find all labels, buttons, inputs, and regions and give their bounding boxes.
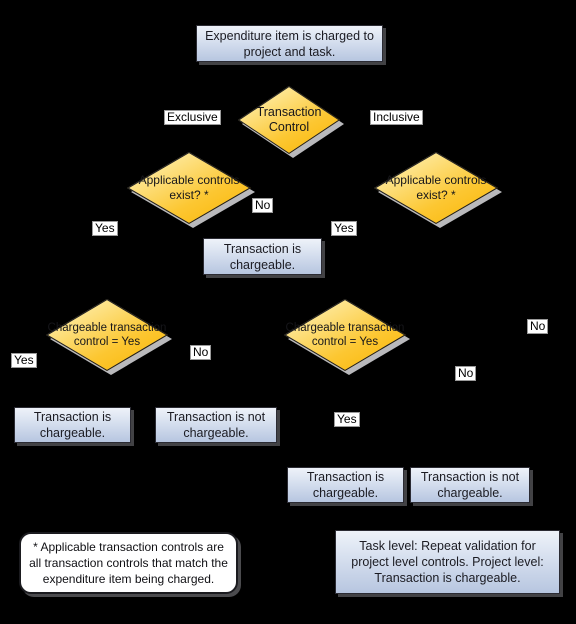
node-applicable-controls-left-label: Applicable controls exist? *: [138, 173, 240, 202]
node-chargeable-control-left: Chargeable transaction control = Yes: [46, 299, 172, 375]
node-task-level-label: Task level: Repeat validation for projec…: [351, 539, 544, 585]
node-task-level: Task level: Repeat validation for projec…: [335, 530, 560, 594]
node-result-right-chargeable: Transaction is chargeable.: [287, 467, 404, 503]
node-result-left-chargeable: Transaction is chargeable.: [14, 407, 131, 443]
node-start-label: Expenditure item is charged to project a…: [205, 28, 374, 59]
node-result-left-chargeable-label: Transaction is chargeable.: [33, 410, 112, 440]
node-transaction-control: Transaction Control: [238, 86, 344, 158]
node-applicable-controls-right-label: Applicable controls exist? *: [385, 173, 487, 202]
edge-label-right-applicable-yes: Yes: [331, 221, 357, 237]
node-applicable-controls-right: Applicable controls exist? *: [374, 152, 502, 228]
footnote-text: * Applicable transaction controls are al…: [29, 539, 228, 587]
node-result-right-not-chargeable: Transaction is not chargeable.: [410, 467, 530, 503]
node-chargeable-control-left-label: Chargeable transaction control = Yes: [47, 321, 167, 348]
flowchart-canvas: Expenditure item is charged to project a…: [0, 0, 576, 624]
node-result-left-not-chargeable: Transaction is not chargeable.: [155, 407, 277, 443]
edge-label-right-ctrl-yes: Yes: [334, 412, 360, 428]
node-result-left-not-chargeable-label: Transaction is not chargeable.: [166, 410, 266, 440]
edge-label-inclusive: Inclusive: [370, 110, 423, 126]
node-result-right-not-chargeable-label: Transaction is not chargeable.: [420, 470, 520, 500]
node-transaction-control-label: Transaction Control: [256, 104, 322, 135]
edge-label-left-ctrl-no: No: [190, 345, 212, 361]
edge-right-applicable-yes: [341, 186, 377, 301]
node-chargeable-control-right-label: Chargeable transaction control = Yes: [285, 321, 405, 348]
edge-label-right-ctrl-no: No: [455, 366, 477, 382]
edge-label-left-applicable-yes: Yes: [92, 221, 118, 237]
edge-label-right-applicable-no: No: [527, 319, 549, 335]
node-transaction-chargeable-middle-label: Transaction is chargeable.: [223, 241, 302, 272]
node-result-right-chargeable-label: Transaction is chargeable.: [306, 470, 385, 500]
node-applicable-controls-left: Applicable controls exist? *: [127, 152, 255, 228]
node-transaction-chargeable-middle: Transaction is chargeable.: [203, 238, 322, 275]
edge-label-left-applicable-no: No: [252, 198, 274, 214]
edge-label-left-ctrl-yes: Yes: [11, 353, 37, 369]
node-start: Expenditure item is charged to project a…: [196, 25, 383, 62]
edge-right-ctrl-no: [403, 333, 472, 461]
node-chargeable-control-right: Chargeable transaction control = Yes: [284, 299, 410, 375]
edge-label-exclusive: Exclusive: [164, 110, 221, 126]
footnote-box: * Applicable transaction controls are al…: [19, 532, 238, 594]
